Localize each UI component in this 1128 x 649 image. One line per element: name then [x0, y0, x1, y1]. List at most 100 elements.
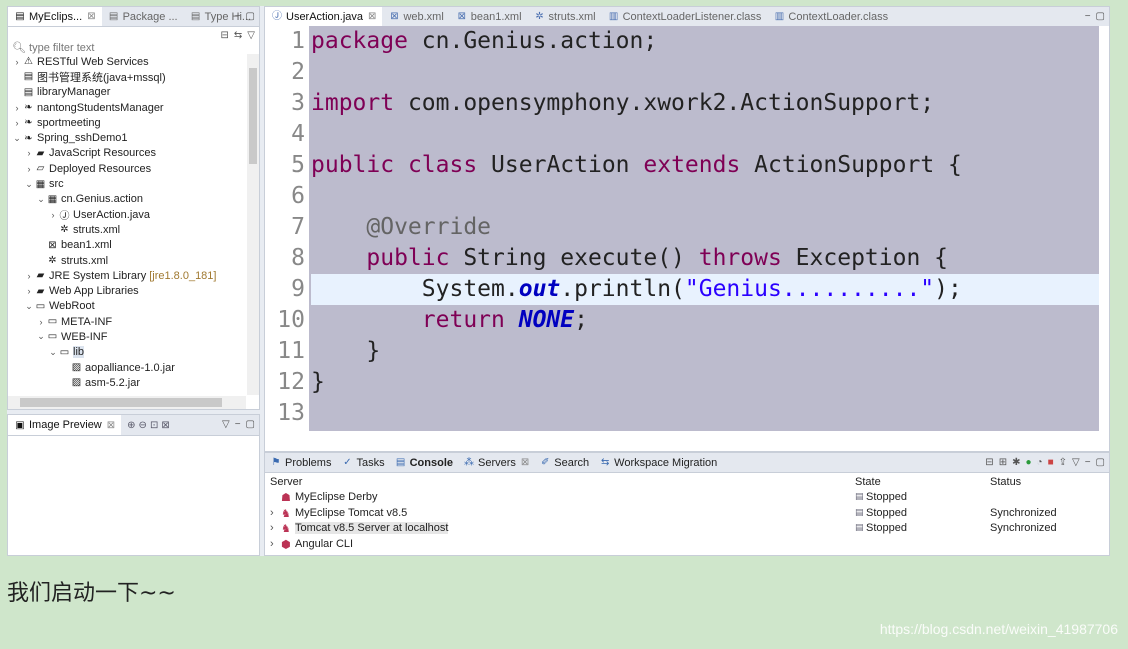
table-row[interactable]: › ⬢ Angular CLI [265, 538, 1109, 553]
view-menu-icon[interactable]: ▽ [1072, 457, 1080, 468]
collapse-icon[interactable]: ⊟ [985, 457, 993, 468]
editor-tab[interactable]: ⊠ bean1.xml [450, 7, 528, 26]
tab-package-explorer[interactable]: ▤ Package ... [102, 7, 184, 26]
maximize-icon[interactable]: ▢ [246, 419, 255, 430]
tree-item[interactable]: › ▰ JavaScript Resources [8, 146, 246, 161]
actual-size-icon[interactable]: ⊠ [161, 420, 172, 431]
expand-arrow-icon[interactable]: ⌄ [12, 133, 22, 144]
close-icon[interactable]: ⊠ [521, 457, 529, 468]
expand-arrow-icon[interactable]: › [270, 522, 274, 534]
tree-item[interactable]: › ▭ META-INF [8, 314, 246, 329]
code-line[interactable]: package cn.Genius.action; [311, 26, 1099, 57]
code-line[interactable] [311, 57, 1099, 88]
stop-icon[interactable]: ■ [1048, 457, 1054, 468]
fit-icon[interactable]: ⊡ [150, 420, 161, 431]
maximize-icon[interactable]: ▢ [1096, 11, 1105, 22]
tree-item[interactable]: ⌄ ▦ src [8, 176, 246, 191]
start-icon[interactable]: ● [1025, 457, 1031, 468]
tree-item[interactable]: ▨ aopalliance-1.0.jar [8, 360, 246, 375]
code-line[interactable] [311, 398, 1099, 429]
expand-arrow-icon[interactable]: ⌄ [24, 301, 34, 312]
code-line[interactable]: import com.opensymphony.xwork2.ActionSup… [311, 88, 1099, 119]
close-icon[interactable]: ⊠ [368, 11, 376, 22]
expand-arrow-icon[interactable]: › [270, 538, 274, 550]
new-server-icon[interactable]: ⊞ [999, 457, 1007, 468]
editor-tab[interactable]: ▥ ContextLoader.class [767, 7, 894, 26]
editor-tab[interactable]: Ⓙ UserAction.java ⊠ [265, 7, 383, 26]
tree-item[interactable]: › ❧ sportmeeting [8, 115, 246, 130]
tree-item[interactable]: ⌄ ▭ WebRoot [8, 299, 246, 314]
minimize-icon[interactable]: − [235, 11, 241, 22]
expand-arrow-icon[interactable]: › [36, 317, 46, 327]
tree-item[interactable]: ▤ libraryManager [8, 85, 246, 100]
code-line[interactable]: @Override [311, 212, 1099, 243]
expand-arrow-icon[interactable]: › [12, 57, 22, 67]
editor-tab[interactable]: ▥ ContextLoaderListener.class [602, 7, 768, 26]
explorer-vertical-scrollbar[interactable] [247, 54, 259, 395]
expand-arrow-icon[interactable]: › [24, 148, 34, 158]
profile-icon[interactable]: ◔ [1037, 457, 1043, 468]
expand-arrow-icon[interactable]: ⌄ [24, 179, 34, 190]
debug-icon[interactable]: ✱ [1012, 457, 1020, 468]
tab-servers[interactable]: ⁂ Servers ⊠ [458, 453, 534, 472]
scroll-thumb[interactable] [249, 68, 257, 164]
expand-arrow-icon[interactable]: › [24, 164, 34, 174]
tree-item[interactable]: › ▰ JRE System Library [jre1.8.0_181] [8, 268, 246, 283]
code-line[interactable] [311, 181, 1099, 212]
tree-item[interactable]: ▤ 图书管理系统(java+mssql) [8, 69, 246, 84]
column-header[interactable]: Status [990, 476, 1021, 488]
minimize-icon[interactable]: − [235, 419, 241, 430]
tab-image-preview[interactable]: ▣ Image Preview ⊠ [8, 415, 122, 435]
close-icon[interactable]: ⊠ [107, 420, 115, 431]
zoom-in-icon[interactable]: ⊕ [127, 420, 138, 431]
table-row[interactable]: ☗ MyEclipse Derby ▤ Stopped [265, 491, 1109, 506]
editor-tab[interactable]: ⊠ web.xml [382, 7, 449, 26]
expand-arrow-icon[interactable]: › [12, 103, 22, 113]
tree-item[interactable]: › ⚠ RESTful Web Services [8, 54, 246, 69]
tree-item[interactable]: ⌄ ❧ Spring_sshDemo1 [8, 130, 246, 145]
editor-tab[interactable]: ✲ struts.xml [528, 7, 602, 26]
expand-arrow-icon[interactable]: ⌄ [36, 194, 46, 205]
tree-item[interactable]: ▨ asm-5.2.jar [8, 375, 246, 390]
tree-item[interactable]: ✲ struts.xml [8, 253, 246, 268]
minimize-icon[interactable]: − [1085, 11, 1091, 22]
code-line[interactable] [311, 119, 1099, 150]
maximize-icon[interactable]: ▢ [246, 11, 255, 22]
expand-arrow-icon[interactable]: › [48, 210, 58, 220]
expand-arrow-icon[interactable]: ⌄ [48, 347, 58, 358]
tree-item[interactable]: › ▰ Web App Libraries [8, 283, 246, 298]
tab-tasks[interactable]: ✓ Tasks [336, 453, 389, 472]
expand-arrow-icon[interactable]: › [24, 286, 34, 296]
publish-icon[interactable]: ⇪ [1059, 457, 1067, 468]
tree-item[interactable]: ⊠ bean1.xml [8, 238, 246, 253]
maximize-icon[interactable]: ▢ [1096, 457, 1105, 468]
code-line[interactable]: public String execute() throws Exception… [311, 243, 1099, 274]
expand-arrow-icon[interactable]: ⌄ [36, 331, 46, 342]
filter-input[interactable]: 🔍︎ type filter text [12, 41, 94, 54]
tree-item[interactable]: ⌄ ▦ cn.Genius.action [8, 192, 246, 207]
tab-workspace-migration[interactable]: ⇆ Workspace Migration [594, 453, 722, 472]
code-line[interactable]: } [311, 367, 1099, 398]
view-menu-icon[interactable]: ▽ [222, 419, 230, 430]
table-row[interactable]: › ♞ Tomcat v8.5 Server at localhost ▤ Stoppe… [265, 522, 1109, 537]
tab-problems[interactable]: ⚑ Problems [265, 453, 336, 472]
table-row[interactable]: › ♞ MyEclipse Tomcat v8.5 ▤ Stopped Synchroni… [265, 507, 1109, 522]
editor-vertical-scrollbar[interactable] [1099, 26, 1109, 451]
explorer-horizontal-scrollbar[interactable] [8, 396, 246, 409]
expand-arrow-icon[interactable]: › [12, 118, 22, 128]
zoom-out-icon[interactable]: ⊖ [139, 420, 150, 431]
code-editor[interactable]: 1 2 3 4 5 6 7 8 9 10 11 12 13 package cn.Genius.acti… [265, 26, 1099, 431]
code-line[interactable]: System.out.println("Genius.........."); [311, 274, 1099, 305]
collapse-all-icon[interactable]: ⊟ [221, 30, 229, 41]
close-icon[interactable]: ⊠ [87, 11, 95, 22]
expand-arrow-icon[interactable]: › [24, 271, 34, 281]
editor-horizontal-scrollbar[interactable] [265, 431, 1099, 451]
tree-item[interactable]: › ▱ Deployed Resources [8, 161, 246, 176]
minimize-icon[interactable]: − [1085, 457, 1091, 468]
view-menu-icon[interactable]: ▽ [247, 30, 255, 41]
tab-console[interactable]: ▤ Console [390, 453, 458, 472]
scroll-thumb[interactable] [20, 398, 222, 407]
link-editor-icon[interactable]: ⇆ [234, 30, 242, 41]
code-line[interactable]: } [311, 336, 1099, 367]
tree-item[interactable]: › ❧ nantongStudentsManager [8, 100, 246, 115]
